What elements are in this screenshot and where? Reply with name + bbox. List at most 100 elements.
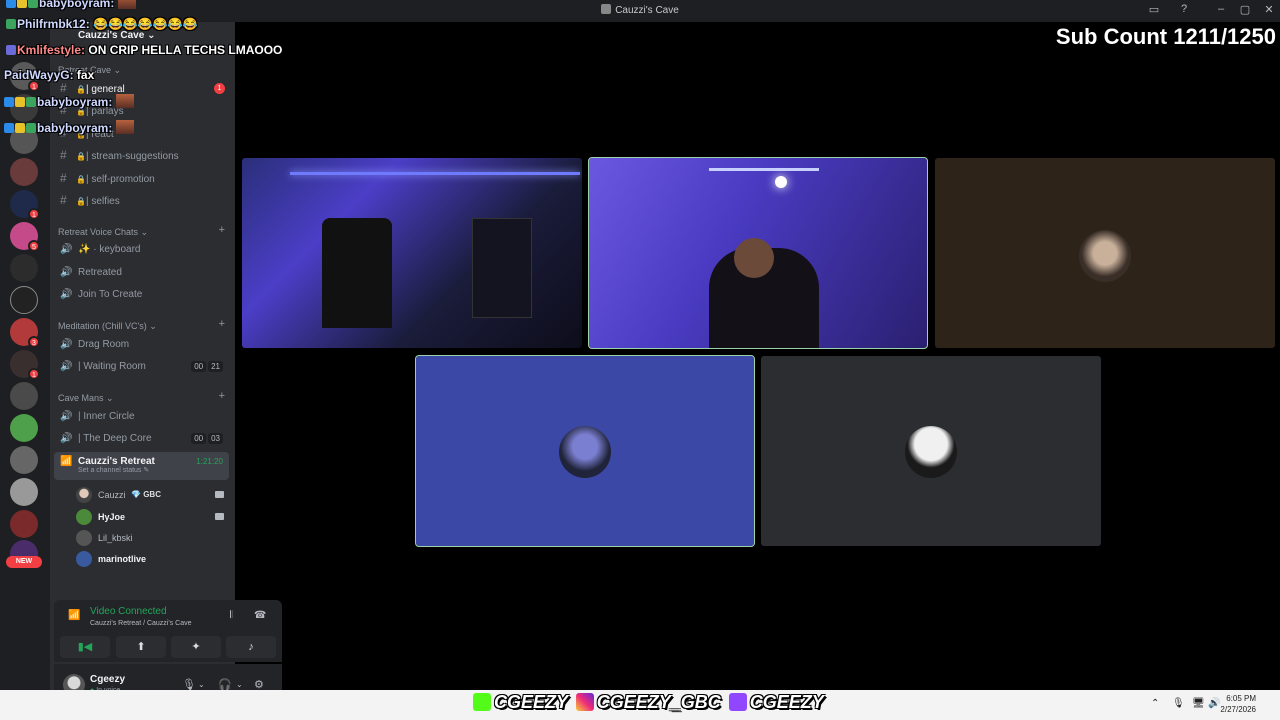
chat-username: babyboyram: (39, 0, 115, 10)
chat-message: babyboyram: (4, 94, 135, 109)
voice-user[interactable]: HyJoe (76, 507, 226, 527)
help-icon[interactable]: ? (1176, 3, 1192, 15)
close-button[interactable]: ✕ (1261, 3, 1277, 16)
voice-channel-deep-core[interactable]: 🔊 | The Deep Core 00 03 (54, 429, 229, 449)
channel-self-promotion[interactable]: # 🔒| self-promotion (54, 168, 229, 188)
speaker-icon: 🔊 (60, 289, 73, 300)
microphone-icon[interactable]: 🎙 (1172, 698, 1185, 709)
network-icon[interactable]: 🖥 (1192, 698, 1205, 709)
avatar (76, 509, 92, 525)
new-badge: NEW (6, 556, 42, 568)
volume-icon[interactable]: 🔊 (1208, 698, 1220, 709)
voice-channel-waiting-room[interactable]: 🔊 | Waiting Room 00 21 (54, 357, 229, 377)
voice-activity-icon: 📶 (60, 456, 73, 467)
set-channel-status[interactable]: Set a channel status ✎ (78, 466, 149, 476)
server-notification-badge: 1 (28, 208, 40, 220)
server-notification-badge: 3 (28, 336, 40, 348)
server-icon[interactable] (10, 158, 38, 186)
voice-user[interactable]: Lil_kbski (76, 528, 226, 548)
activities-button[interactable]: ✦ (171, 636, 221, 658)
server-icon[interactable] (10, 286, 38, 314)
camera-button[interactable]: ▮◀ (60, 636, 110, 658)
user-limit-counts: 00 21 (189, 357, 223, 377)
camera-icon (215, 513, 224, 520)
channel-stream-suggestions[interactable]: # 🔒| stream-suggestions (54, 145, 229, 165)
kick-icon (473, 693, 491, 711)
add-channel-icon[interactable]: + (219, 318, 225, 330)
speaker-icon: 🔊 (60, 361, 73, 372)
server-icon[interactable] (10, 382, 38, 410)
channel-label: | Waiting Room (78, 361, 146, 372)
connection-location[interactable]: Cauzzi's Retreat / Cauzzi's Cave (90, 620, 192, 627)
add-channel-icon[interactable]: + (219, 224, 225, 236)
led-strip (290, 172, 580, 175)
channel-label: Retreated (78, 267, 122, 278)
noise-suppression-icon[interactable]: 𝄃 (230, 610, 232, 621)
chat-message: PaidWayyG: fax (4, 68, 94, 82)
sub-count: Sub Count 1211/1250 (1055, 24, 1276, 49)
disconnect-icon[interactable]: ☎ (254, 610, 266, 621)
voice-channel-retreated[interactable]: 🔊 Retreated (54, 263, 229, 283)
chat-username: Philfrmbk12: (17, 17, 90, 31)
voice-channel-cauzzis-retreat[interactable]: 📶 Cauzzi's Retreat 1:21:20 Set a channel st… (54, 452, 229, 480)
server-icon[interactable] (10, 254, 38, 282)
chat-badge-icon (15, 123, 25, 133)
chat-badge-icon (4, 123, 14, 133)
category-label: Retreat Voice Chats (58, 227, 139, 237)
chat-badge-icon (6, 19, 16, 29)
voice-channel-drag-room[interactable]: 🔊 Drag Room (54, 335, 229, 355)
voice-user[interactable]: Cauzzi 💎 GBC (76, 485, 226, 505)
server-icon[interactable] (10, 414, 38, 442)
user-count: 00 (191, 433, 207, 444)
hash-icon: # (60, 171, 67, 185)
maximize-button[interactable]: ▢ (1237, 3, 1253, 16)
video-tile-audio-only[interactable] (935, 158, 1275, 348)
avatar (76, 487, 92, 503)
gaming-chair (322, 218, 392, 328)
category-retreat-voice-chats[interactable]: Retreat Voice Chats ⌄ (58, 227, 148, 238)
voice-user[interactable]: marinotlive (76, 549, 226, 569)
chat-message: Kmlifestyle: ON CRIP HELLA TECHS LMAOOO (6, 43, 282, 57)
voice-channel-join-to-create[interactable]: 🔊 Join To Create (54, 285, 229, 305)
add-channel-icon[interactable]: + (219, 390, 225, 402)
chat-username: babyboyram: (37, 121, 113, 135)
video-tile-bedroom[interactable] (242, 158, 582, 348)
clock-time: 6:05 PM (1226, 694, 1256, 703)
video-tile-audio-only[interactable] (761, 356, 1101, 546)
voice-connection-panel: 📶 Video Connected Cauzzi's Retreat / Cau… (54, 600, 282, 662)
channel-label: | self-promotion (86, 174, 155, 185)
voice-channel-inner-circle[interactable]: 🔊 | Inner Circle (54, 407, 229, 427)
connection-status: Video Connected (90, 606, 167, 617)
user-limit: 21 (208, 361, 223, 372)
chevron-down-icon: ⌄ (147, 30, 156, 41)
video-tile-streamer[interactable] (588, 157, 928, 349)
video-tile-speaking[interactable] (415, 355, 755, 547)
minimize-button[interactable]: – (1213, 3, 1229, 15)
inbox-icon[interactable]: ▭ (1146, 3, 1162, 16)
chevron-down-icon[interactable]: ⌄ (198, 680, 205, 689)
discord-app-icon (601, 4, 612, 14)
chat-emote-icon (118, 0, 137, 9)
server-icon[interactable] (10, 510, 38, 538)
connection-signal-icon: 📶 (68, 610, 81, 621)
server-icon[interactable] (10, 478, 38, 506)
voice-channel-keyboard[interactable]: 🔊 ✨ · keyboard (54, 240, 229, 260)
user-limit-counts: 00 03 (189, 429, 223, 449)
channel-label: | stream-suggestions (86, 151, 179, 162)
soundboard-button[interactable]: ♪ (226, 636, 276, 658)
category-meditation[interactable]: Meditation (Chill VC's) ⌄ (58, 321, 157, 332)
screen-share-button[interactable]: ⬆ (116, 636, 166, 658)
user-limit: 03 (208, 433, 223, 444)
status-prompt-text: Set a channel status (78, 467, 142, 474)
chevron-down-icon[interactable]: ⌄ (236, 680, 243, 689)
speaker-icon: 🔊 (60, 244, 73, 255)
chevron-up-icon[interactable]: ⌃ (1151, 698, 1159, 709)
social-handles-banner: CGEEZY CGEEZY_GBC CGEEZY (470, 692, 824, 718)
chat-text: 😂😂😂😂😂😂😂 (93, 17, 198, 31)
chat-badge-icon (17, 0, 27, 8)
light-fixture (775, 176, 787, 188)
channel-selfies[interactable]: # 🔒| selfies (54, 190, 229, 210)
server-icon[interactable] (10, 446, 38, 474)
system-clock[interactable]: 6:05 PM 2/27/2026 (1220, 693, 1256, 715)
category-cave-mans[interactable]: Cave Mans ⌄ (58, 393, 114, 404)
